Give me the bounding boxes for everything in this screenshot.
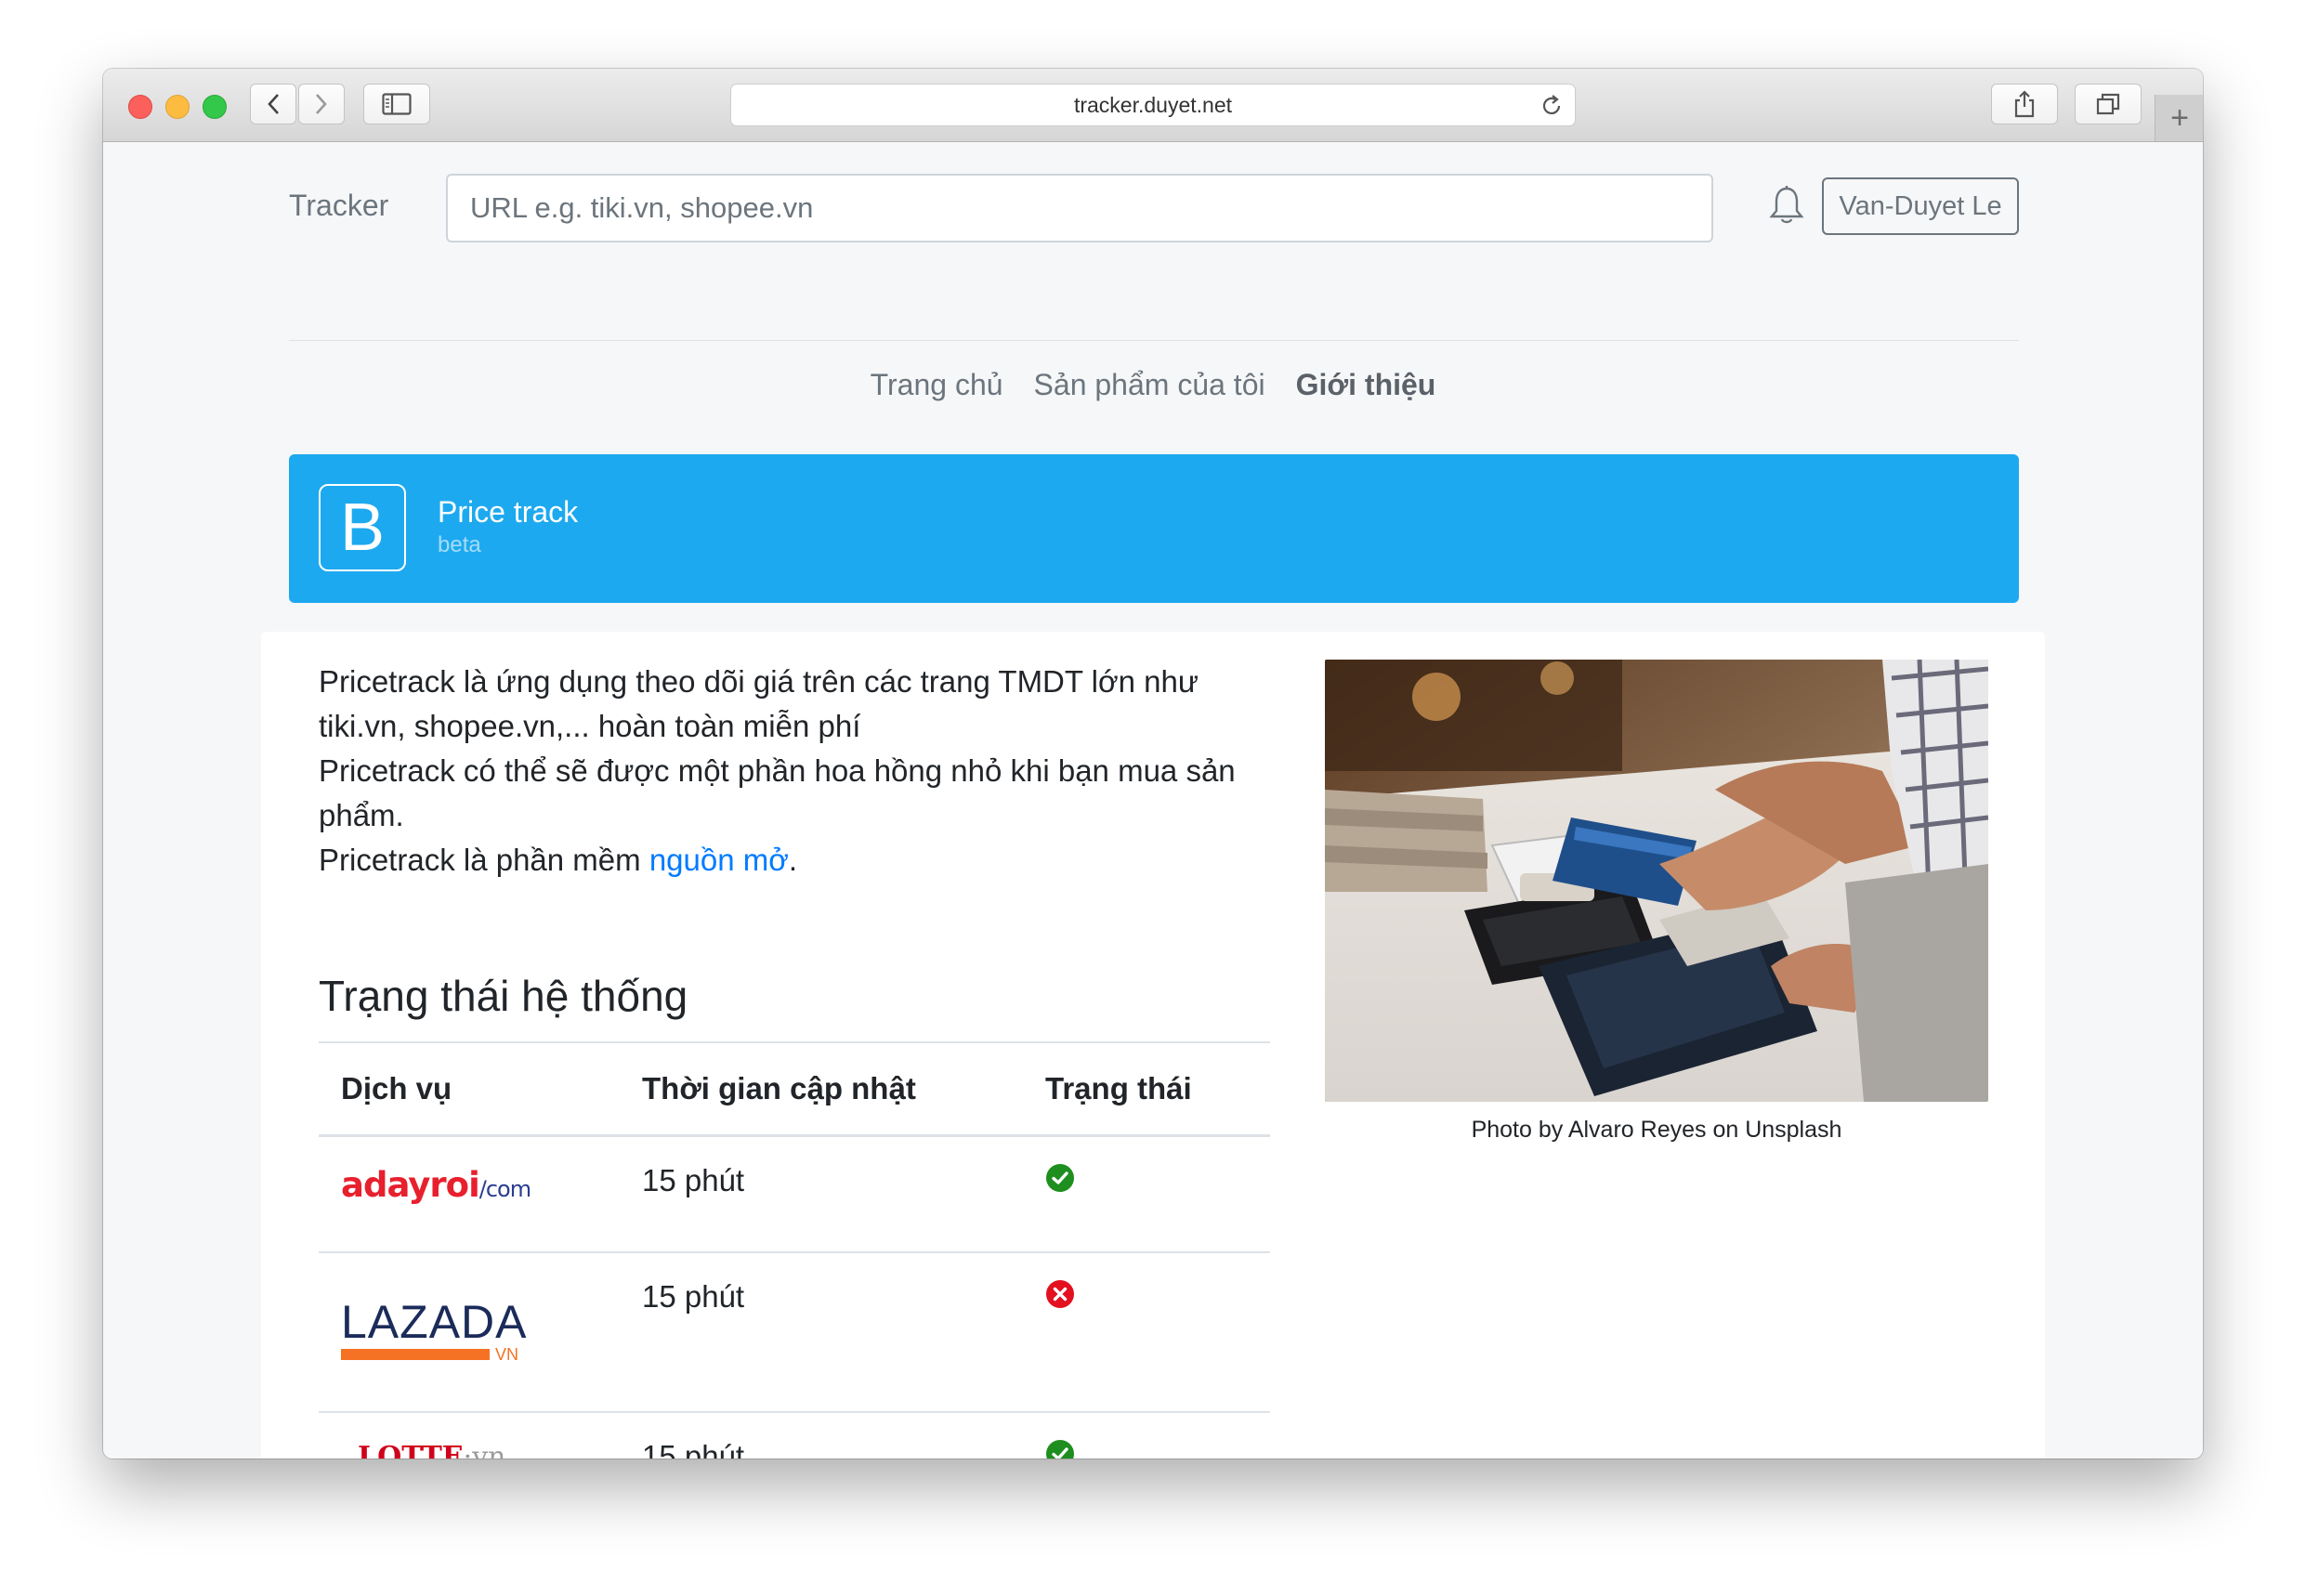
table-header-row: Dịch vụ Thời gian cập nhật Trạng thái <box>319 1041 1270 1137</box>
bell-icon[interactable] <box>1769 185 1804 226</box>
photo-caption: Photo by Alvaro Reyes on Unsplash <box>1471 1117 1842 1143</box>
col-update-time: Thời gian cập nhật <box>620 1041 1023 1137</box>
col-status: Trạng thái <box>1023 1041 1270 1137</box>
adayroi-logo: adayroi/com <box>341 1165 531 1205</box>
back-button[interactable] <box>250 84 296 124</box>
table-row: adayroi/com 15 phút <box>319 1135 1270 1253</box>
system-status-table: Dịch vụ Thời gian cập nhật Trạng thái ad… <box>319 1041 1270 1459</box>
error-circle-icon <box>1046 1279 1074 1308</box>
forward-button[interactable] <box>298 84 345 124</box>
sidebar-icon <box>382 93 412 115</box>
header-divider <box>289 340 2019 341</box>
update-time-cell: 15 phút <box>620 1411 1023 1459</box>
payment-photo <box>1325 660 1988 1102</box>
status-cell <box>1023 1135 1270 1253</box>
status-cell <box>1023 1251 1270 1413</box>
intro-line-1: Pricetrack là ứng dụng theo dõi giá trên… <box>319 664 1199 743</box>
banner-title: Price track <box>438 495 579 529</box>
col-service: Dịch vụ <box>319 1041 620 1137</box>
service-cell: LAZADA VN <box>319 1251 620 1413</box>
check-circle-icon <box>1046 1164 1074 1192</box>
new-tab-button[interactable]: + <box>2155 95 2203 141</box>
browser-window: tracker.duyet.net + Tracker Van-Duyet Le… <box>103 69 2203 1459</box>
service-cell: LOTTE·vn <box>319 1411 620 1459</box>
close-window-button[interactable] <box>128 95 152 119</box>
plus-icon: + <box>2170 99 2189 136</box>
reload-icon[interactable] <box>1540 94 1564 118</box>
user-menu-button[interactable]: Van-Duyet Le <box>1822 177 2019 235</box>
update-time-cell: 15 phút <box>620 1135 1023 1253</box>
address-bar[interactable]: tracker.duyet.net <box>730 84 1576 126</box>
nav-item-home[interactable]: Trang chủ <box>871 368 1003 402</box>
zoom-window-button[interactable] <box>203 95 227 119</box>
update-time-cell: 15 phút <box>620 1251 1023 1413</box>
system-status-title: Trạng thái hệ thống <box>319 972 688 1020</box>
minimize-window-button[interactable] <box>165 95 190 119</box>
chevron-right-icon <box>316 94 327 114</box>
intro-text: Pricetrack là ứng dụng theo dõi giá trên… <box>319 660 1257 883</box>
intro-line-2: Pricetrack có thể sẽ được một phần hoa h… <box>319 753 1236 832</box>
page-content: Tracker Van-Duyet Le Trang chủ Sản phẩm … <box>103 142 2203 1459</box>
app-banner: B Price track beta <box>289 454 2019 603</box>
lazada-logo: LAZADA VN <box>341 1295 528 1364</box>
open-source-link[interactable]: nguồn mở <box>649 843 789 877</box>
service-cell: adayroi/com <box>319 1135 620 1253</box>
status-cell <box>1023 1411 1270 1459</box>
sidebar-toggle-button[interactable] <box>363 84 430 124</box>
chevron-left-icon <box>268 94 279 114</box>
intro-line-3: Pricetrack là phần mềm nguồn mở. <box>319 838 1257 883</box>
payment-terminal-illustration <box>1325 660 1988 1102</box>
intro-line-3-prefix: Pricetrack là phần mềm <box>319 843 649 877</box>
app-logo: B <box>319 484 406 571</box>
table-row: LOTTE·vn 15 phút <box>319 1411 1270 1459</box>
lotte-logo: LOTTE·vn <box>358 1440 506 1459</box>
table-row: LAZADA VN 15 phút <box>319 1251 1270 1413</box>
about-card: Pricetrack là ứng dụng theo dõi giá trên… <box>261 632 2045 1459</box>
check-circle-icon <box>1046 1439 1074 1459</box>
nav-item-about[interactable]: Giới thiệu <box>1296 368 1436 402</box>
share-icon <box>2014 90 2035 118</box>
address-text: tracker.duyet.net <box>1073 92 1233 117</box>
tabs-icon <box>2096 93 2120 115</box>
nav-item-my-products[interactable]: Sản phẩm của tôi <box>1034 368 1265 402</box>
banner-subtitle: beta <box>438 532 481 557</box>
brand-link[interactable]: Tracker <box>289 189 388 223</box>
main-nav: Trang chủ Sản phẩm của tôi Giới thiệu <box>103 368 2203 402</box>
share-button[interactable] <box>1991 84 2058 124</box>
browser-toolbar: tracker.duyet.net + <box>103 69 2203 142</box>
intro-line-3-suffix: . <box>788 843 798 877</box>
url-search-input[interactable] <box>446 174 1713 242</box>
tabs-overview-button[interactable] <box>2075 84 2142 124</box>
